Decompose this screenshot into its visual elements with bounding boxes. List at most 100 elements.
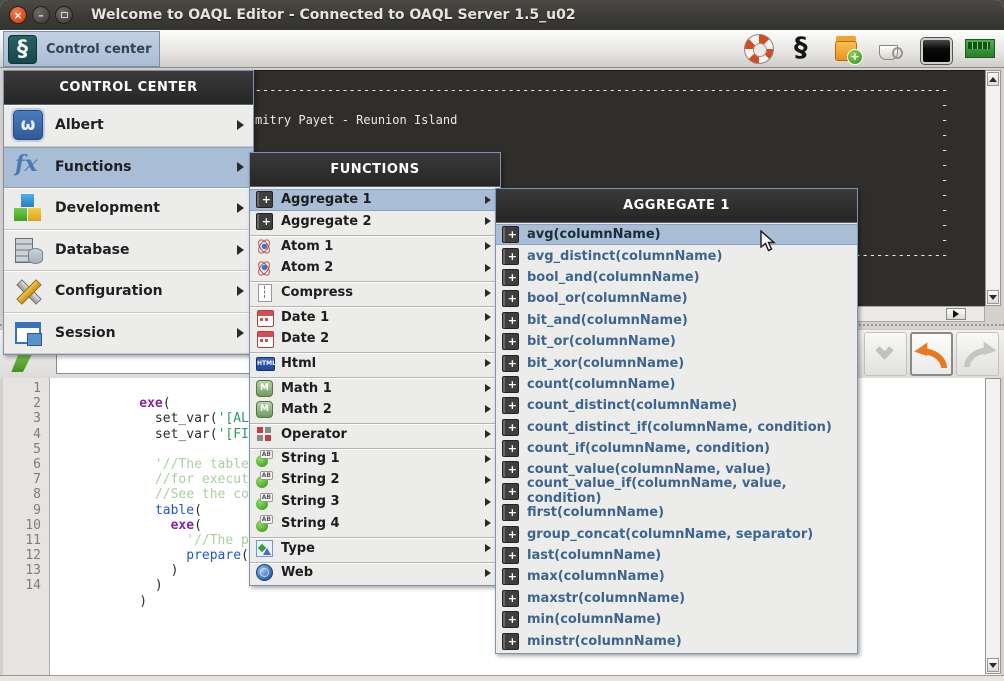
atom: [256, 259, 273, 276]
aggregate-function-item[interactable]: min(columnName): [496, 609, 857, 630]
aggregate-function-item[interactable]: count(columnName): [496, 374, 857, 395]
console-box-edge: -: [941, 98, 948, 112]
menu-item-label: Date 1: [281, 310, 329, 325]
line-number: 12: [3, 548, 49, 563]
scroll-down-icon[interactable]: [987, 290, 999, 304]
development: [13, 193, 43, 223]
aggregate-function-item[interactable]: avg_distinct(columnName): [496, 245, 857, 266]
console-box-edge: -: [941, 188, 948, 202]
fx: [13, 152, 43, 182]
functions-menu-item[interactable]: Math 2: [250, 398, 500, 420]
functions-menu-item[interactable]: Atom 2: [250, 257, 500, 279]
function-signature: maxstr(columnName): [527, 591, 685, 606]
aggregate-function-item[interactable]: maxstr(columnName): [496, 588, 857, 609]
aggregate-function-item[interactable]: count_distinct_if(columnName, condition): [496, 417, 857, 438]
functions-menu-item[interactable]: Type: [250, 537, 500, 559]
control-center-menu-item[interactable]: Albert: [4, 105, 253, 147]
scroll-down-icon[interactable]: [987, 658, 999, 672]
submenu-arrow-icon: [485, 313, 491, 321]
functions-menu-item[interactable]: Date 1: [250, 306, 500, 328]
aggregate-function-item[interactable]: minstr(columnName): [496, 630, 857, 651]
functions-menu-item[interactable]: Aggregate 1: [250, 189, 500, 211]
add-plugin[interactable]: [832, 34, 862, 64]
aggregate-function-item[interactable]: group_concat(columnName, separator): [496, 523, 857, 544]
aggregate-function-item[interactable]: max(columnName): [496, 566, 857, 587]
functions-menu-item[interactable]: Math 1: [250, 377, 500, 399]
functions-menu-item[interactable]: Atom 1: [250, 235, 500, 257]
menu-item-label: String 3: [281, 494, 340, 509]
function-signature: group_concat(columnName, separator): [527, 527, 813, 542]
control-center-menu-item[interactable]: Database: [4, 230, 253, 272]
submenu-arrow-icon: [237, 120, 244, 130]
menu-item-label: String 2: [281, 472, 340, 487]
menu-item-label: Aggregate 1: [281, 192, 372, 207]
aggregate-function-item[interactable]: count_distinct(columnName): [496, 395, 857, 416]
redo-button[interactable]: [956, 332, 999, 376]
aggregate-function-item[interactable]: bool_or(columnName): [496, 288, 857, 309]
functions-menu-item[interactable]: String 2: [250, 469, 500, 491]
submenu-arrow-icon: [485, 359, 491, 367]
minimize-button-icon[interactable]: –: [32, 6, 50, 24]
submenu-arrow-icon: [485, 455, 491, 463]
code-segment: (: [241, 548, 249, 563]
aggregate1-menu: AGGREGATE 1 avg(columnName) avg_distinct…: [495, 188, 858, 654]
code-segment: ): [139, 563, 178, 578]
scroll-up-icon[interactable]: [987, 72, 999, 86]
control-center-menu-item[interactable]: Functions: [4, 147, 253, 189]
aggregate-function-item[interactable]: bit_and(columnName): [496, 310, 857, 331]
aggregate-function-item[interactable]: bit_or(columnName): [496, 331, 857, 352]
functions-menu-item[interactable]: Aggregate 2: [250, 211, 500, 233]
aggregate-function-item[interactable]: avg(columnName): [496, 224, 857, 245]
control-center-menu-item[interactable]: Configuration: [4, 271, 253, 313]
functions-menu-item[interactable]: Date 2: [250, 328, 500, 350]
help-lifering[interactable]: [744, 34, 774, 64]
control-center-menu-item[interactable]: Session: [4, 313, 253, 355]
string: [256, 493, 273, 510]
scroll-right-icon[interactable]: [946, 308, 966, 320]
menu-item-label: Web: [281, 565, 313, 580]
function-signature: bit_and(columnName): [527, 313, 688, 328]
functions-menu-item[interactable]: String 4: [250, 512, 500, 534]
aggregate-function-item[interactable]: bit_xor(columnName): [496, 352, 857, 373]
console-vertical-scrollbar[interactable]: [985, 70, 1001, 306]
aggregate-icon: [502, 483, 519, 500]
submenu-arrow-icon: [485, 430, 491, 438]
undo-button[interactable]: [910, 332, 953, 376]
menu-item-label: Atom 2: [281, 260, 333, 275]
control-center-menu-item[interactable]: Development: [4, 188, 253, 230]
menu-item-label: Configuration: [55, 283, 163, 299]
function-signature: avg(columnName): [527, 227, 661, 242]
aggregate-function-item[interactable]: count_value_if(columnName, value, condit…: [496, 481, 857, 502]
network-card[interactable]: [964, 34, 994, 64]
menu-item-label: Aggregate 2: [281, 214, 372, 229]
aggregate-icon: [502, 461, 519, 478]
functions-menu-item[interactable]: String 3: [250, 491, 500, 513]
terminal[interactable]: [920, 34, 950, 64]
code-segment: [139, 548, 186, 563]
functions-menu: FUNCTIONS Aggregate 1 Aggregate 2 Atom: [249, 152, 501, 586]
submenu-arrow-icon: [485, 289, 491, 297]
functions-menu-item[interactable]: Html: [250, 352, 500, 374]
snake[interactable]: [788, 34, 818, 64]
coffee[interactable]: [876, 34, 906, 64]
submenu-arrow-icon: [237, 162, 244, 172]
aggregate-function-item[interactable]: last(columnName): [496, 545, 857, 566]
close-button-icon[interactable]: ×: [9, 6, 27, 24]
collapse-button[interactable]: [864, 332, 907, 376]
functions-menu-item[interactable]: String 1: [250, 448, 500, 470]
functions-menu-item[interactable]: Compress: [250, 281, 500, 303]
functions-menu-item[interactable]: Web: [250, 562, 500, 584]
app-window: × – Welcome to OAQL Editor - Connected t…: [0, 0, 1004, 681]
aggregate-icon: [502, 440, 519, 457]
console-box-edge: -: [941, 203, 948, 217]
aggregate-icon: [502, 633, 519, 650]
aggregate-function-item[interactable]: count_if(columnName, condition): [496, 438, 857, 459]
control-center-button[interactable]: § Control center: [3, 31, 160, 67]
editor-vertical-scrollbar[interactable]: [985, 378, 1001, 674]
aggregate-function-item[interactable]: bool_and(columnName): [496, 267, 857, 288]
menu-item-label: Database: [55, 242, 130, 258]
maximize-button-icon[interactable]: [55, 6, 73, 24]
html: [256, 355, 273, 372]
functions-menu-item[interactable]: Operator: [250, 423, 500, 445]
menu-item-label: Type: [281, 541, 315, 556]
